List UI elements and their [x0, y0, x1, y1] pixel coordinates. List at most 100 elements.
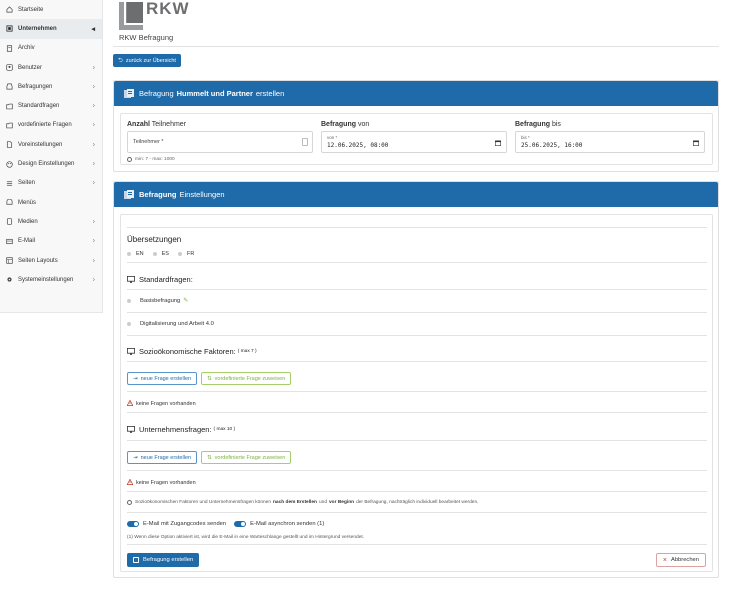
date-from-input[interactable]: von * 12.06.2025, 08:00: [321, 131, 507, 153]
sidebar-item-voreinstellungen[interactable]: Voreinstellungen ›: [0, 135, 102, 154]
date-from-label-rest: von: [357, 121, 370, 128]
sidebar-item-medien[interactable]: Medien ›: [0, 212, 102, 231]
chevron-right-icon[interactable]: ›: [93, 238, 95, 245]
radio-indicator[interactable]: [127, 322, 131, 326]
palette-icon: [5, 160, 13, 168]
date-from-small-label: von *: [327, 135, 338, 140]
sidebar-item-standardfragen[interactable]: Standardfragen ›: [0, 96, 102, 115]
date-from-value: 12.06.2025, 08:00: [327, 142, 389, 149]
chevron-right-icon[interactable]: ›: [93, 161, 95, 168]
chevron-right-icon[interactable]: ›: [93, 141, 95, 148]
toggle-switch[interactable]: [234, 521, 247, 527]
language-checkbox[interactable]: [177, 252, 182, 256]
chevron-right-icon[interactable]: ›: [93, 257, 95, 264]
survey-icon: [124, 189, 134, 199]
sidebar-item-label: Design Einstellungen: [18, 161, 75, 168]
sidebar-item-label: Benutzer: [18, 64, 43, 71]
sidebar-item-startseite[interactable]: Startseite: [0, 0, 102, 19]
sidebar-item-benutzer[interactable]: Benutzer ›: [0, 58, 102, 77]
survey-params-box: Anzahl Teilnehmer Teilnehmer * Befragung…: [120, 113, 713, 165]
chevron-right-icon[interactable]: ›: [93, 218, 95, 225]
send-access-codes-toggle[interactable]: E-Mail mit Zugangcodes senden: [127, 521, 226, 527]
sidebar-item-unternehmen[interactable]: Unternehmen ◂: [0, 19, 102, 39]
sidebar-item-systemeinstellungen[interactable]: Systemeinstellungen ›: [0, 270, 102, 289]
divider: [127, 227, 707, 228]
date-from-group: Befragung von von * 12.06.2025, 08:00: [321, 121, 507, 153]
sidebar-item-seiten-layouts[interactable]: Seiten Layouts ›: [0, 251, 102, 270]
date-from-label-bold: Befragung: [321, 121, 356, 128]
sidebar-item-label: Seiten: [18, 180, 36, 187]
divider: [127, 262, 707, 263]
divider: [127, 544, 707, 545]
new-socio-question-button[interactable]: ⇥ neue Frage erstellen: [127, 372, 198, 385]
plus-arrow-icon: ⇥: [133, 375, 138, 382]
calendar-icon[interactable]: [495, 140, 501, 146]
edit-pencil-icon[interactable]: ✎: [183, 298, 188, 304]
sidebar-item-archiv[interactable]: Archiv: [0, 39, 102, 58]
divider: [127, 335, 707, 336]
toggle-label: E-Mail asynchron senden (1): [250, 521, 325, 527]
chevron-right-icon[interactable]: ›: [93, 83, 95, 90]
empty-text: keine Fragen vorhanden: [136, 401, 196, 407]
sidebar-item-seiten[interactable]: Seiten ›: [0, 174, 102, 193]
media-icon: [5, 218, 13, 226]
toggle-switch[interactable]: [127, 521, 139, 527]
button-label: neue Frage erstellen: [140, 375, 192, 382]
number-spinner-icon[interactable]: [302, 138, 308, 146]
chevron-right-icon[interactable]: ›: [93, 64, 95, 71]
translations-title: Übersetzungen: [127, 235, 182, 244]
sidebar-item-e-mail[interactable]: E-Mail ›: [0, 232, 102, 251]
radio-indicator[interactable]: [127, 299, 131, 303]
calendar-icon[interactable]: [693, 140, 699, 146]
new-company-question-button[interactable]: ⇥ neue Frage erstellen: [127, 451, 198, 464]
save-icon: [133, 557, 139, 563]
settings-box: Übersetzungen EN ES FR Standardfragen: Bas…: [120, 214, 713, 572]
standard-question-item[interactable]: Basisbefragung ✎: [127, 298, 188, 304]
company-actions: ⇥ neue Frage erstellen ⇅ vordefinierte Fra…: [127, 451, 292, 464]
language-label: ES: [161, 251, 169, 257]
monitor-icon: [127, 348, 135, 355]
archive-icon: [5, 44, 13, 52]
assign-company-question-button[interactable]: ⇅ vordefinierte Frage zuweisen: [201, 451, 292, 464]
participants-input[interactable]: Teilnehmer *: [127, 131, 313, 153]
cancel-button[interactable]: × Abbrechen: [655, 553, 706, 567]
chevron-right-icon[interactable]: ›: [93, 180, 95, 187]
chevron-left-icon[interactable]: ◂: [91, 25, 95, 33]
language-checkbox[interactable]: [152, 252, 157, 256]
standard-question-label: Digitalisierung und Arbeit 4.0: [140, 321, 214, 327]
assign-socio-question-button[interactable]: ⇅ vordefinierte Frage zuweisen: [201, 372, 292, 385]
chevron-right-icon[interactable]: ›: [93, 103, 95, 110]
create-survey-button[interactable]: Befragung erstellen: [127, 553, 200, 567]
settings-title-bold: Befragung: [139, 190, 177, 199]
swap-icon: ⇅: [207, 454, 212, 461]
sidebar-item-befragungen[interactable]: Befragungen ›: [0, 77, 102, 96]
standard-question-item[interactable]: Digitalisierung und Arbeit 4.0: [127, 321, 214, 327]
sidebar-item-label: Standardfragen: [18, 103, 60, 110]
info-icon: [127, 500, 132, 505]
sidebar-item-menüs[interactable]: Menüs: [0, 193, 102, 212]
language-checkbox[interactable]: [127, 252, 131, 256]
date-to-input[interactable]: bis * 25.06.2025, 16:00: [515, 131, 705, 153]
standard-questions-title: Standardfragen:: [127, 275, 193, 284]
sidebar-item-vordefinierte-fragen[interactable]: vordefinierte Fragen ›: [0, 116, 102, 135]
divider: [113, 46, 719, 47]
divider: [127, 361, 707, 362]
sidebar-item-label: Archiv: [18, 45, 35, 52]
company-max-text: ( max 10 ): [213, 427, 236, 432]
back-to-overview-button[interactable]: ⮌ zurück zur Übersicht: [113, 54, 181, 67]
logo-mark-icon: [119, 2, 143, 30]
sidebar-item-label: Unternehmen: [18, 25, 57, 32]
settings-title-rest: Einstellungen: [179, 190, 225, 199]
folder-icon: [5, 121, 13, 129]
sidebar-item-label: Menüs: [18, 199, 37, 206]
chevron-right-icon[interactable]: ›: [93, 276, 95, 283]
button-label: Abbrechen: [670, 557, 699, 563]
send-async-toggle[interactable]: E-Mail asynchron senden (1): [234, 521, 324, 527]
survey-icon: [124, 88, 134, 98]
home-icon: [5, 6, 13, 14]
app-title: RKW Befragung: [119, 33, 174, 42]
note-text: der Befragung, nachträglich individuell …: [356, 500, 479, 505]
chevron-right-icon[interactable]: ›: [93, 122, 95, 129]
sidebar-item-design-einstellungen[interactable]: Design Einstellungen ›: [0, 154, 102, 173]
participants-label-bold: Anzahl: [127, 121, 150, 128]
